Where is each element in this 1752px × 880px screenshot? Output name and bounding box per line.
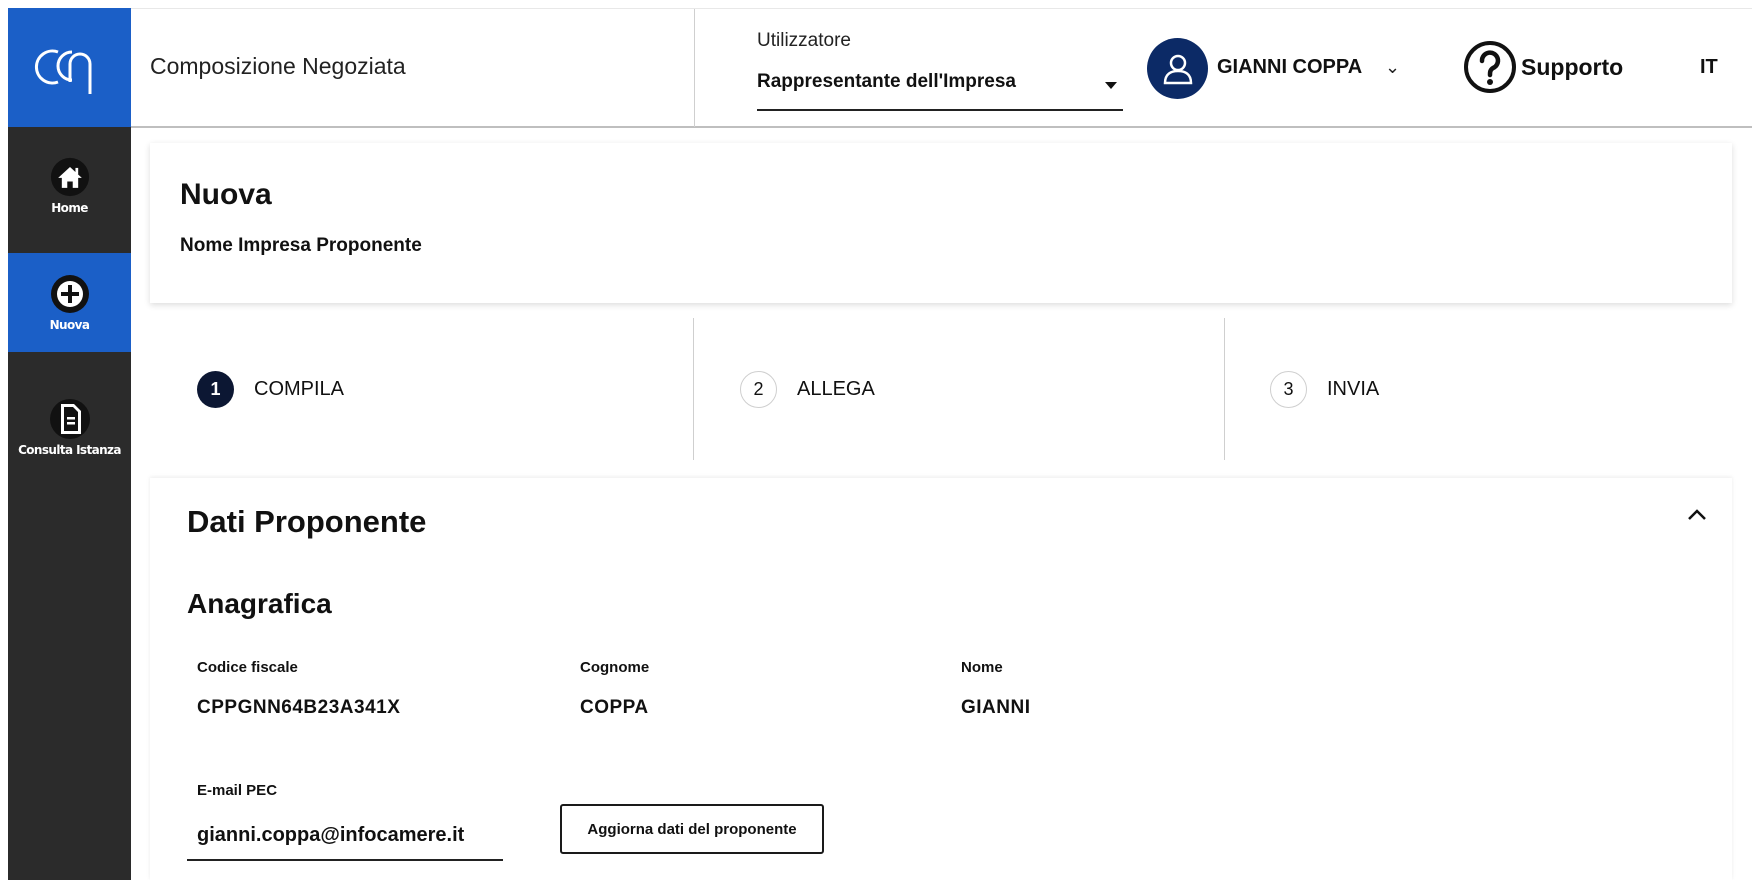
nome-value: GIANNI bbox=[961, 697, 1031, 718]
dati-proponente-section: Dati Proponente Anagrafica Codice fiscal… bbox=[150, 478, 1732, 880]
chevron-down-icon[interactable]: ⌄ bbox=[1385, 57, 1400, 78]
header-divider bbox=[694, 9, 695, 127]
nome-label: Nome bbox=[961, 659, 1003, 676]
home-icon bbox=[50, 157, 90, 197]
step-invia[interactable]: 3 INVIA bbox=[1270, 318, 1379, 460]
cognome-label: Cognome bbox=[580, 659, 650, 676]
support-link[interactable]: Supporto bbox=[1521, 54, 1623, 81]
app-title: Composizione Negoziata bbox=[150, 53, 406, 79]
role-label: Utilizzatore bbox=[757, 30, 851, 51]
sidebar-item-home[interactable]: Home bbox=[8, 127, 131, 245]
step-number: 3 bbox=[1270, 370, 1307, 408]
step-compila[interactable]: 1 COMPILA bbox=[197, 318, 344, 460]
step-label: ALLEGA bbox=[797, 377, 875, 400]
top-header: Composizione Negoziata Utilizzatore Rapp… bbox=[131, 8, 1752, 128]
sidebar-item-label: Nuova bbox=[49, 317, 90, 332]
title-card: Nuova Nome Impresa Proponente bbox=[150, 143, 1732, 303]
chevron-up-icon[interactable] bbox=[1682, 500, 1712, 530]
step-label: INVIA bbox=[1327, 377, 1380, 400]
page-subtitle: Nome Impresa Proponente bbox=[180, 235, 422, 256]
role-select[interactable]: Rappresentante dell'Impresa bbox=[757, 69, 1123, 111]
email-pec-field[interactable] bbox=[187, 813, 503, 861]
document-icon bbox=[49, 399, 90, 439]
codice-fiscale-label: Codice fiscale bbox=[197, 659, 298, 676]
language-selector[interactable]: IT bbox=[1700, 56, 1718, 79]
sidebar-item-consulta-istanza[interactable]: Consulta Istanza bbox=[8, 373, 131, 483]
sidebar-item-label: Consulta Istanza bbox=[18, 443, 121, 457]
logo-icon bbox=[34, 49, 91, 94]
email-pec-input[interactable] bbox=[197, 813, 497, 857]
user-avatar[interactable] bbox=[1147, 38, 1208, 99]
app-logo[interactable] bbox=[8, 8, 131, 127]
sidebar-item-label: Home bbox=[51, 201, 88, 215]
page-title: Nuova bbox=[180, 178, 272, 211]
email-pec-label: E-mail PEC bbox=[197, 782, 278, 799]
codice-fiscale-value: CPPGNN64B23A341X bbox=[197, 697, 401, 718]
plus-circle-icon bbox=[50, 274, 90, 314]
subsection-title: Anagrafica bbox=[187, 588, 332, 619]
user-name[interactable]: GIANNI COPPA bbox=[1217, 56, 1362, 79]
step-allega[interactable]: 2 ALLEGA bbox=[740, 318, 875, 460]
step-number: 2 bbox=[740, 370, 777, 408]
section-title: Dati Proponente bbox=[187, 504, 427, 539]
step-divider bbox=[1224, 318, 1225, 460]
step-label: COMPILA bbox=[254, 377, 345, 400]
caret-down-icon bbox=[1105, 82, 1117, 89]
sidebar: Home Nuova Consulta Istanza bbox=[8, 8, 131, 880]
step-number: 1 bbox=[197, 370, 234, 408]
role-select-value: Rappresentante dell'Impresa bbox=[757, 71, 1016, 92]
help-icon[interactable] bbox=[1462, 39, 1518, 95]
user-icon bbox=[1163, 54, 1192, 84]
sidebar-item-nuova[interactable]: Nuova bbox=[8, 253, 131, 352]
step-divider bbox=[693, 318, 694, 460]
stepper: 1 COMPILA 2 ALLEGA 3 INVIA bbox=[150, 318, 1732, 460]
update-proponent-button[interactable]: Aggiorna dati del proponente bbox=[560, 804, 824, 854]
cognome-value: COPPA bbox=[580, 697, 649, 718]
